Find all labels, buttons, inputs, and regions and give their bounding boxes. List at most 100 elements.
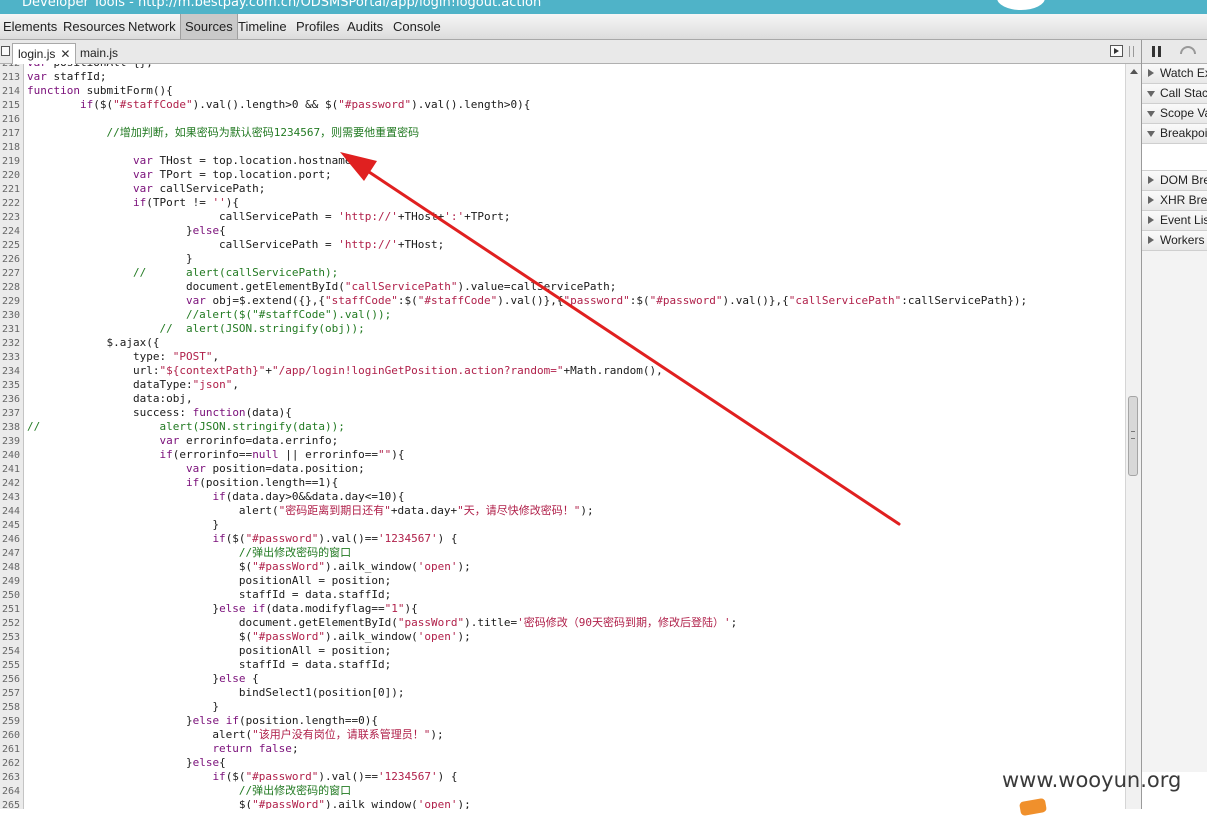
- line-number[interactable]: 256: [0, 673, 27, 687]
- line-number[interactable]: 238: [0, 421, 27, 435]
- file-tab-label: main.js: [80, 46, 119, 60]
- line-number[interactable]: 232: [0, 337, 27, 351]
- line-number[interactable]: 240: [0, 449, 27, 463]
- code-editor[interactable]: 212var positionAll={};213var staffId;214…: [0, 64, 1125, 809]
- line-number[interactable]: 250: [0, 589, 27, 603]
- code-line: 219 var THost = top.location.hostname;: [0, 154, 1027, 168]
- code-text: var THost = top.location.hostname;: [132, 154, 359, 167]
- line-number[interactable]: 246: [0, 533, 27, 547]
- line-number[interactable]: 251: [0, 603, 27, 617]
- line-number[interactable]: 239: [0, 435, 27, 449]
- navigator-toggle-icon[interactable]: [1, 46, 10, 56]
- code-line: 250 staffId = data.staffId;: [0, 588, 1027, 602]
- line-number[interactable]: 227: [0, 267, 27, 281]
- pane-call-stack[interactable]: Call Stack: [1142, 84, 1207, 104]
- code-line: 226 }: [0, 252, 1027, 266]
- line-number[interactable]: 228: [0, 281, 27, 295]
- line-number[interactable]: 226: [0, 253, 27, 267]
- line-number[interactable]: 245: [0, 519, 27, 533]
- file-tab-login-js[interactable]: login.js ✕: [12, 43, 77, 64]
- tab-timeline[interactable]: Timeline: [238, 14, 287, 39]
- expand-triangle-icon: [1148, 196, 1154, 204]
- line-number[interactable]: 236: [0, 393, 27, 407]
- line-number[interactable]: 215: [0, 99, 27, 113]
- line-number[interactable]: 229: [0, 295, 27, 309]
- tab-network[interactable]: Network: [128, 14, 176, 39]
- watermark: www.wooyun.org: [1002, 768, 1182, 792]
- tab-console[interactable]: Console: [393, 14, 441, 39]
- line-number[interactable]: 231: [0, 323, 27, 337]
- line-number[interactable]: 248: [0, 561, 27, 575]
- line-number[interactable]: 230: [0, 309, 27, 323]
- line-number[interactable]: 263: [0, 771, 27, 785]
- scroll-up-icon[interactable]: [1130, 69, 1138, 74]
- line-number[interactable]: 259: [0, 715, 27, 729]
- line-number[interactable]: 213: [0, 71, 27, 85]
- line-number[interactable]: 244: [0, 505, 27, 519]
- code-line: 246 if($("#password").val()=='1234567') …: [0, 532, 1027, 546]
- pane-dom-breakpoints[interactable]: DOM Breakpoints: [1142, 171, 1207, 191]
- line-number[interactable]: 217: [0, 127, 27, 141]
- tab-profiles[interactable]: Profiles: [296, 14, 339, 39]
- line-number[interactable]: 264: [0, 785, 27, 799]
- line-number[interactable]: 223: [0, 211, 27, 225]
- line-number[interactable]: 219: [0, 155, 27, 169]
- code-text: callServicePath = 'http://'+THost+':'+TP…: [27, 210, 511, 223]
- line-number[interactable]: 241: [0, 463, 27, 477]
- tab-resources[interactable]: Resources: [63, 14, 125, 39]
- line-number[interactable]: 234: [0, 365, 27, 379]
- editor-scrollbar[interactable]: [1125, 64, 1141, 809]
- pane-breakpoints[interactable]: Breakpoints: [1142, 124, 1207, 144]
- code-line: 253 $("#passWord").ailk_window('open');: [0, 630, 1027, 644]
- line-number[interactable]: 214: [0, 85, 27, 99]
- line-number[interactable]: 247: [0, 547, 27, 561]
- code-line: 258 }: [0, 700, 1027, 714]
- splitter-grip-icon[interactable]: [1129, 46, 1134, 57]
- line-number[interactable]: 260: [0, 729, 27, 743]
- tab-audits[interactable]: Audits: [347, 14, 383, 39]
- line-number[interactable]: 243: [0, 491, 27, 505]
- line-number[interactable]: 237: [0, 407, 27, 421]
- line-number[interactable]: 220: [0, 169, 27, 183]
- line-number[interactable]: 257: [0, 687, 27, 701]
- code-text: type: "POST",: [27, 350, 220, 363]
- pane-label: Call Stack: [1160, 86, 1207, 100]
- line-number[interactable]: 261: [0, 743, 27, 757]
- pane-watch-expressions[interactable]: Watch Expressions: [1142, 64, 1207, 84]
- debugger-toggle-icon[interactable]: [1110, 45, 1123, 57]
- line-number[interactable]: 235: [0, 379, 27, 393]
- step-over-icon[interactable]: [1180, 46, 1196, 54]
- scrollbar-thumb[interactable]: [1128, 396, 1138, 476]
- tab-sources[interactable]: Sources: [180, 14, 238, 39]
- tab-elements[interactable]: Elements: [3, 14, 57, 39]
- pane-event-listener-breakpoints[interactable]: Event Listener Breakpoints: [1142, 211, 1207, 231]
- line-number[interactable]: 258: [0, 701, 27, 715]
- pane-scope-variables[interactable]: Scope Variables: [1142, 104, 1207, 124]
- code-text: staffId = data.staffId;: [27, 588, 392, 601]
- line-number[interactable]: 254: [0, 645, 27, 659]
- line-number[interactable]: 249: [0, 575, 27, 589]
- code-line: 215 if($("#staffCode").val().length>0 &&…: [0, 98, 1027, 112]
- close-icon[interactable]: ✕: [60, 47, 70, 61]
- line-number[interactable]: 221: [0, 183, 27, 197]
- line-number[interactable]: 216: [0, 113, 27, 127]
- line-number[interactable]: 233: [0, 351, 27, 365]
- line-number[interactable]: 255: [0, 659, 27, 673]
- code-line: 245 }: [0, 518, 1027, 532]
- line-number[interactable]: 225: [0, 239, 27, 253]
- line-number[interactable]: 253: [0, 631, 27, 645]
- line-number[interactable]: 218: [0, 141, 27, 155]
- collapse-triangle-icon: [1147, 131, 1155, 137]
- line-number[interactable]: 224: [0, 225, 27, 239]
- line-number[interactable]: 242: [0, 477, 27, 491]
- line-number[interactable]: 222: [0, 197, 27, 211]
- pane-workers[interactable]: Workers: [1142, 231, 1207, 251]
- line-number[interactable]: 265: [0, 799, 27, 809]
- pause-icon[interactable]: [1152, 46, 1161, 57]
- file-tab-main-js[interactable]: main.js: [75, 43, 123, 64]
- line-number[interactable]: 262: [0, 757, 27, 771]
- pane-xhr-breakpoints[interactable]: XHR Breakpoints: [1142, 191, 1207, 211]
- code-line: 264 //弹出修改密码的窗口: [0, 784, 1027, 798]
- line-number[interactable]: 252: [0, 617, 27, 631]
- code-text: }else if(position.length==0){: [27, 714, 379, 727]
